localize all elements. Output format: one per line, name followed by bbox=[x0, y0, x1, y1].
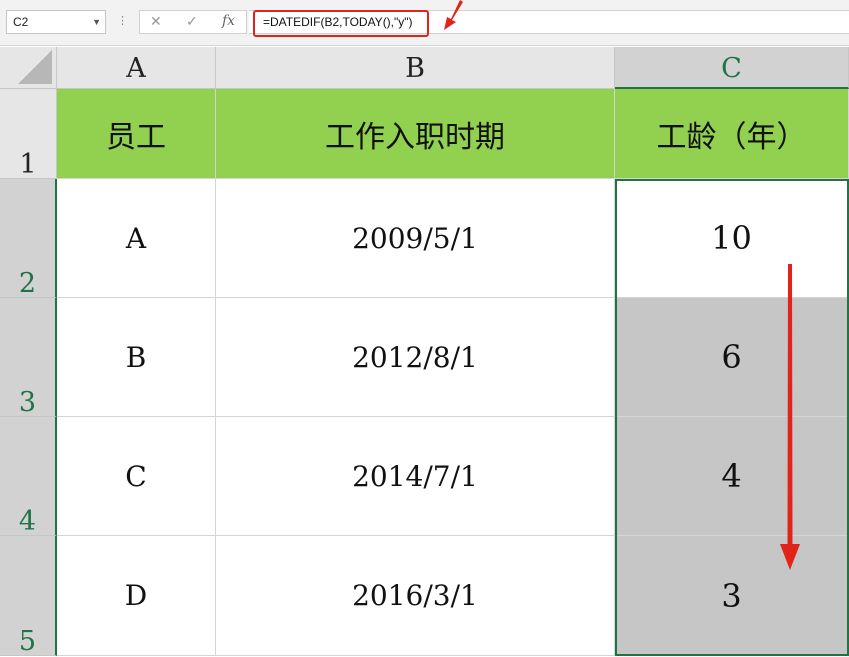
column-header-a[interactable]: A bbox=[57, 47, 216, 89]
row-number: 5 bbox=[18, 626, 37, 657]
name-box[interactable]: C2 ▼ bbox=[6, 10, 106, 34]
cancel-icon[interactable]: ✕ bbox=[150, 13, 162, 30]
cell-c5[interactable]: 3 bbox=[615, 536, 849, 656]
select-all-corner[interactable] bbox=[0, 47, 57, 89]
fx-icon[interactable]: fx bbox=[222, 13, 235, 29]
formula-buttons: ✕ ✓ fx bbox=[139, 10, 247, 34]
row-header-4[interactable]: 4 bbox=[0, 417, 57, 537]
corner-select-all-icon bbox=[18, 50, 52, 84]
cell-a3[interactable]: B bbox=[57, 298, 216, 417]
cell-a4[interactable]: C bbox=[57, 417, 216, 536]
row-header-1[interactable]: 1 bbox=[0, 89, 57, 180]
cell-b1[interactable]: 工作入职时期 bbox=[216, 89, 615, 179]
cell-b4[interactable]: 2014/7/1 bbox=[216, 417, 615, 536]
cell-b5[interactable]: 2016/3/1 bbox=[216, 536, 615, 656]
row-header-3[interactable]: 3 bbox=[0, 298, 57, 418]
cell-a2[interactable]: A bbox=[57, 179, 216, 298]
row-header-2[interactable]: 2 bbox=[0, 179, 57, 299]
cell-c4[interactable]: 4 bbox=[615, 417, 849, 536]
name-box-value: C2 bbox=[13, 15, 29, 29]
row-number: 2 bbox=[18, 268, 37, 299]
cell-b3[interactable]: 2012/8/1 bbox=[216, 298, 615, 417]
column-header-c[interactable]: C bbox=[615, 47, 849, 89]
cell-c1[interactable]: 工龄（年） bbox=[615, 89, 849, 179]
formula-text-highlighted[interactable]: =DATEDIF(B2,TODAY(),"y") bbox=[253, 10, 429, 37]
cell-b2[interactable]: 2009/5/1 bbox=[216, 179, 615, 298]
cell-c2-active[interactable]: 10 bbox=[615, 179, 849, 298]
cell-a1[interactable]: 员工 bbox=[57, 89, 216, 179]
row-number: 1 bbox=[19, 149, 37, 180]
formula-bar: C2 ▼ ⋮ ✕ ✓ fx =DATEDIF(B2,TODAY(),"y") bbox=[0, 0, 849, 46]
annotation-arrow-icon bbox=[444, 0, 463, 30]
enter-icon[interactable]: ✓ bbox=[186, 13, 198, 30]
formula-bar-grip[interactable]: ⋮ bbox=[117, 14, 128, 27]
row-number: 4 bbox=[18, 506, 37, 537]
dropdown-caret-icon[interactable]: ▼ bbox=[92, 11, 101, 33]
cell-a5[interactable]: D bbox=[57, 536, 216, 656]
row-header-5[interactable]: 5 bbox=[0, 536, 57, 657]
column-header-b[interactable]: B bbox=[216, 47, 615, 89]
annotation-down-arrow-icon bbox=[780, 264, 800, 570]
row-number: 3 bbox=[18, 387, 37, 418]
cell-c3[interactable]: 6 bbox=[615, 298, 849, 417]
